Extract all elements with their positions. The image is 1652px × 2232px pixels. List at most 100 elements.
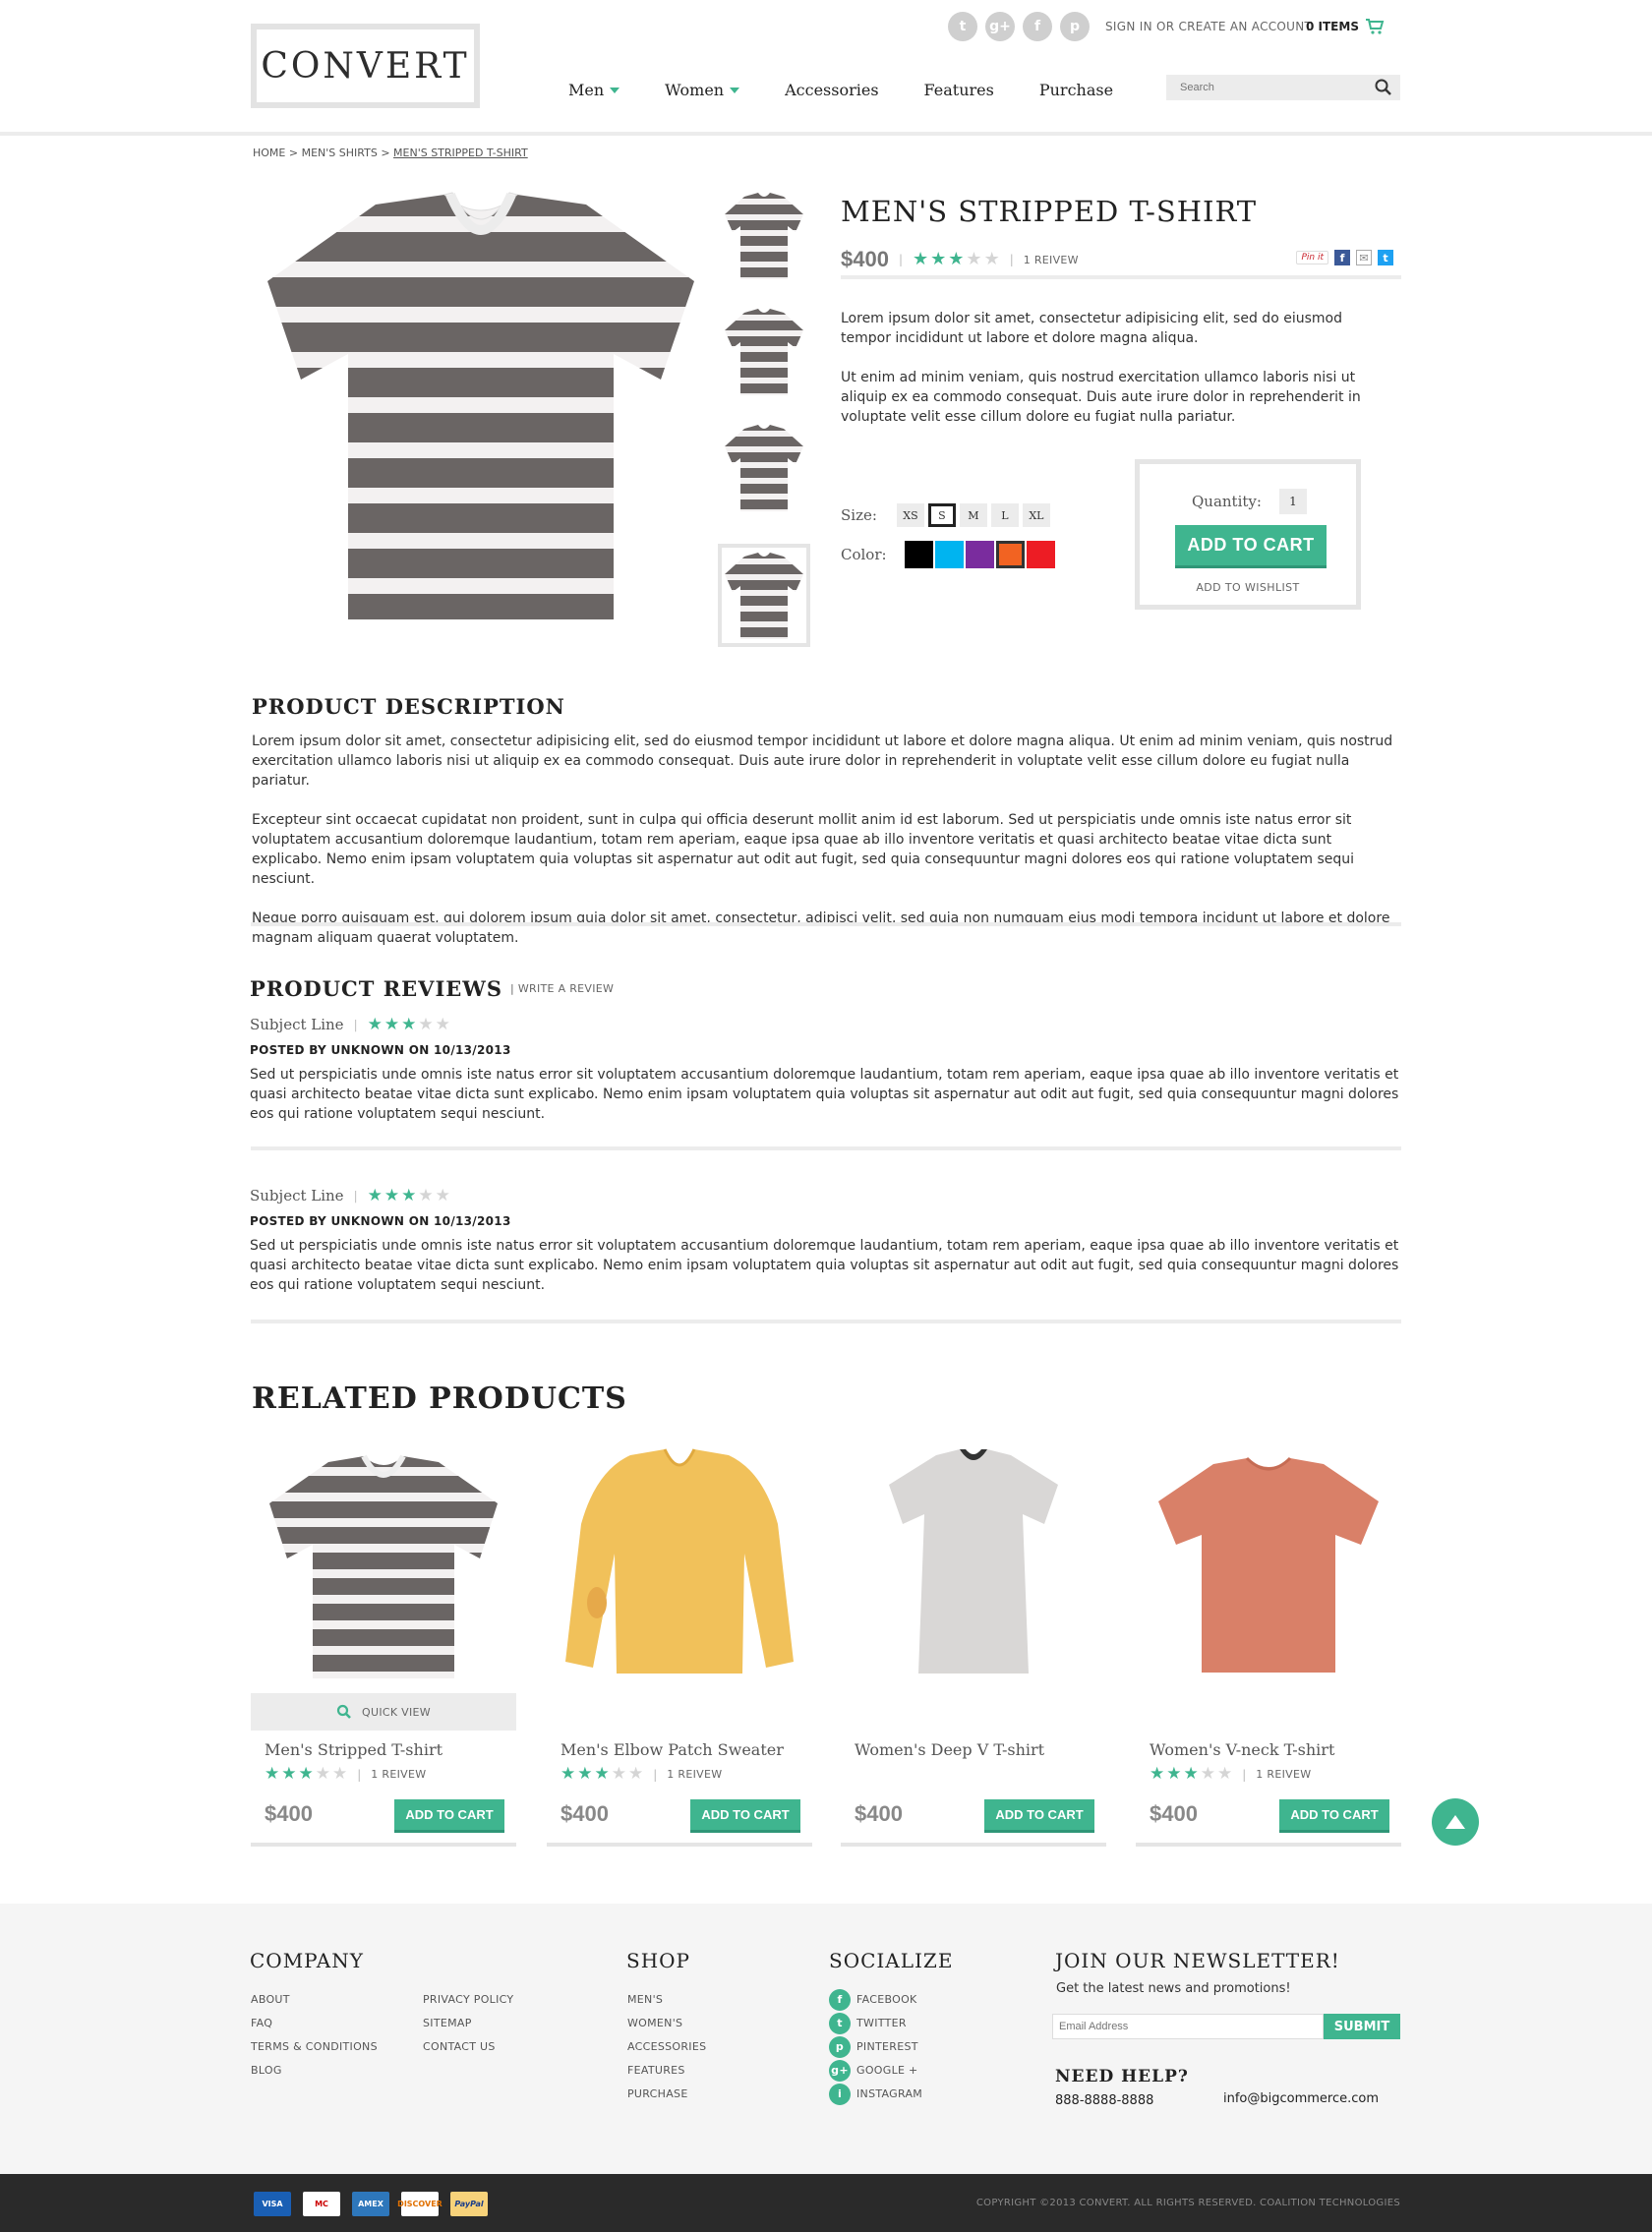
related-product-image[interactable] xyxy=(251,1445,516,1691)
write-review-link[interactable]: | WRITE A REVIEW xyxy=(510,982,614,995)
reviews-count-link[interactable]: 1 REIVEW xyxy=(1024,254,1079,266)
color-swatch[interactable] xyxy=(965,541,994,568)
product-thumbnail[interactable] xyxy=(718,417,810,519)
size-option-xl[interactable]: XL xyxy=(1022,503,1050,527)
breadcrumb-current[interactable]: MEN'S STRIPPED T-SHIRT xyxy=(393,147,528,159)
footer-social-pinterest[interactable]: p PINTEREST xyxy=(829,2035,922,2059)
rating-stars: ★ ★ ★ ★ ★ xyxy=(560,1766,643,1783)
related-product-card[interactable]: Men's Elbow Patch Sweater ★ ★ ★ ★ ★ | 1 REIVEW $… xyxy=(547,1445,812,1849)
related-product-image[interactable] xyxy=(841,1445,1106,1691)
add-to-cart-button[interactable]: ADD TO CART xyxy=(1175,525,1327,568)
nav-item-women[interactable]: Women xyxy=(665,81,740,99)
related-product-card[interactable]: QUICK VIEW Men's Stripped T-shirt ★ ★ ★ ★ ★ | 1 … xyxy=(251,1445,516,1849)
cart-link[interactable]: 0 ITEMS xyxy=(1306,18,1385,35)
footer-link-company[interactable]: BLOG xyxy=(251,2059,378,2083)
search-icon[interactable] xyxy=(1375,79,1392,96)
star-icon: ★ xyxy=(594,1764,610,1784)
related-product-name[interactable]: Men's Stripped T-shirt xyxy=(265,1740,442,1759)
related-product-name[interactable]: Women's V-neck T-shirt xyxy=(1150,1740,1334,1759)
color-swatch[interactable] xyxy=(1026,541,1055,568)
divider: | xyxy=(898,253,903,266)
footer-link-shop[interactable]: WOMEN'S xyxy=(627,2012,706,2035)
newsletter-submit-button[interactable]: SUBMIT xyxy=(1324,2014,1400,2039)
related-add-to-cart-button[interactable]: ADD TO CART xyxy=(394,1799,504,1833)
size-option-s[interactable]: S xyxy=(927,503,956,527)
twitter-icon[interactable]: t xyxy=(948,12,977,41)
facebook-share-icon[interactable]: f xyxy=(1334,250,1350,265)
twitter-share-icon[interactable]: t xyxy=(1378,250,1393,265)
quick-view-button[interactable]: QUICK VIEW xyxy=(251,1693,516,1731)
related-product-card[interactable]: Women's Deep V T-shirt $400 ADD TO CART xyxy=(841,1445,1106,1849)
product-main-image[interactable] xyxy=(258,187,704,629)
breadcrumb-separator: > xyxy=(288,147,299,159)
footer-link-shop[interactable]: MEN'S xyxy=(627,1988,706,2012)
breadcrumb-home[interactable]: HOME xyxy=(253,147,285,159)
size-option-m[interactable]: M xyxy=(959,503,987,527)
footer-link-company[interactable]: PRIVACY POLICY xyxy=(423,1988,513,2012)
footer-social-instagram[interactable]: i INSTAGRAM xyxy=(829,2083,922,2106)
help-email-link[interactable]: info@bigcommerce.com xyxy=(1223,2091,1379,2106)
related-add-to-cart-button[interactable]: ADD TO CART xyxy=(984,1799,1094,1833)
star-icon: ★ xyxy=(435,1185,450,1205)
footer-link-shop[interactable]: FEATURES xyxy=(627,2059,706,2083)
size-selector: Size: XS S M L XL xyxy=(841,503,1050,527)
footer-social-google[interactable]: g+ GOOGLE + xyxy=(829,2059,922,2083)
footer-social-facebook[interactable]: f FACEBOOK xyxy=(829,1988,922,2012)
copyright: COPYRIGHT ©2013 CONVERT. ALL RIGHTS RESE… xyxy=(975,2198,1400,2208)
sign-in-link[interactable]: SIGN IN OR CREATE AN ACCOUNT xyxy=(1105,20,1312,33)
quantity-input[interactable]: 1 xyxy=(1278,489,1307,514)
footer-link-shop[interactable]: ACCESSORIES xyxy=(627,2035,706,2059)
related-reviews-count[interactable]: 1 REIVEW xyxy=(1256,1768,1311,1781)
nav-item-accessories[interactable]: Accessories xyxy=(785,81,878,99)
write-review-label: WRITE A REVIEW xyxy=(517,982,615,995)
product-thumbnail[interactable] xyxy=(718,544,810,647)
star-icon: ★ xyxy=(577,1764,593,1784)
related-product-name[interactable]: Women's Deep V T-shirt xyxy=(855,1740,1044,1759)
related-reviews-count[interactable]: 1 REIVEW xyxy=(371,1768,426,1781)
size-option-l[interactable]: L xyxy=(990,503,1019,527)
size-option-xs[interactable]: XS xyxy=(896,503,924,527)
related-add-to-cart-button[interactable]: ADD TO CART xyxy=(690,1799,800,1833)
back-to-top-button[interactable] xyxy=(1432,1798,1479,1846)
product-title: MEN'S STRIPPED T-SHIRT xyxy=(841,195,1258,228)
breadcrumb-category[interactable]: MEN'S SHIRTS xyxy=(302,147,378,159)
paypal-icon: PayPal xyxy=(450,2192,488,2216)
site-logo[interactable]: CONVERT xyxy=(251,24,480,108)
star-icon: ★ xyxy=(435,1014,450,1034)
divider xyxy=(547,1843,812,1847)
nav-item-men[interactable]: Men xyxy=(568,81,620,99)
color-swatch[interactable] xyxy=(995,541,1025,568)
pinterest-icon[interactable]: p xyxy=(1060,12,1090,41)
related-product-card[interactable]: Women's V-neck T-shirt ★ ★ ★ ★ ★ | 1 REIVEW $400… xyxy=(1136,1445,1401,1849)
related-product-name[interactable]: Men's Elbow Patch Sweater xyxy=(560,1740,784,1759)
footer-link-company[interactable]: FAQ xyxy=(251,2012,378,2035)
color-swatch[interactable] xyxy=(904,541,933,568)
related-add-to-cart-button[interactable]: ADD TO CART xyxy=(1279,1799,1389,1833)
related-reviews-count[interactable]: 1 REIVEW xyxy=(667,1768,722,1781)
nav-label: Features xyxy=(923,81,994,99)
facebook-icon[interactable]: f xyxy=(1023,12,1052,41)
pinterest-pin-button[interactable]: Pin it xyxy=(1296,251,1328,264)
nav-item-features[interactable]: Features xyxy=(924,81,994,99)
description-paragraph: Neque porro quisquam est, qui dolorem ip… xyxy=(252,910,1390,946)
newsletter-email-input[interactable] xyxy=(1059,2021,1315,2032)
email-share-icon[interactable]: ✉ xyxy=(1356,250,1372,265)
product-thumbnail[interactable] xyxy=(718,301,810,403)
rating-stars: ★ ★ ★ ★ ★ xyxy=(1150,1766,1232,1783)
add-to-wishlist-link[interactable]: ADD TO WISHLIST xyxy=(1140,581,1356,594)
footer-social-twitter[interactable]: t TWITTER xyxy=(829,2012,922,2035)
footer-link-shop[interactable]: PURCHASE xyxy=(627,2083,706,2106)
related-product-image[interactable] xyxy=(547,1445,812,1691)
footer-link-company[interactable]: SITEMAP xyxy=(423,2012,513,2035)
color-swatch[interactable] xyxy=(934,541,964,568)
related-product-image[interactable] xyxy=(1136,1445,1401,1691)
footer-link-company[interactable]: ABOUT xyxy=(251,1988,378,2012)
google-plus-icon[interactable]: g+ xyxy=(985,12,1015,41)
nav-item-purchase[interactable]: Purchase xyxy=(1039,81,1113,99)
review-subject: Subject Line xyxy=(250,1187,344,1204)
search-input[interactable] xyxy=(1180,82,1367,93)
footer-link-company[interactable]: TERMS & CONDITIONS xyxy=(251,2035,378,2059)
mastercard-icon: MC xyxy=(303,2192,340,2216)
product-thumbnail[interactable] xyxy=(718,185,810,287)
footer-link-company[interactable]: CONTACT US xyxy=(423,2035,513,2059)
